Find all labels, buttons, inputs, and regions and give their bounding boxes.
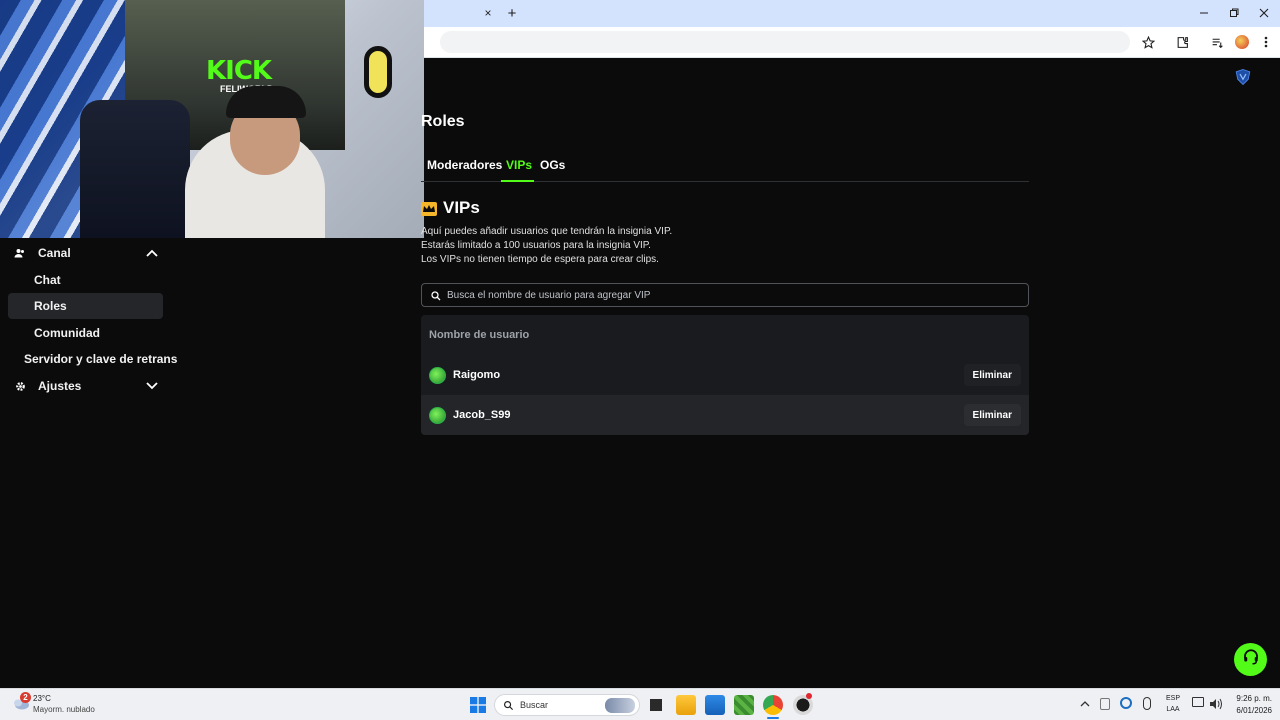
sidebar-section-ajustes[interactable]: Ajustes (12, 373, 162, 399)
volume-icon[interactable] (1209, 697, 1222, 715)
username[interactable]: Jacob_S99 (453, 409, 510, 421)
clock-date[interactable]: 6/01/2026 (1226, 706, 1272, 715)
description-line: Los VIPs no tienen tiempo de espera para… (421, 254, 659, 265)
sync-icon[interactable] (1120, 697, 1132, 709)
headset-icon (1242, 648, 1260, 671)
tab-moderadores[interactable]: Moderadores (427, 158, 502, 172)
chevron-up-icon[interactable] (1080, 699, 1090, 709)
table-row: Raigomo Eliminar (421, 355, 1029, 395)
sidebar-item-servidor[interactable]: Servidor y clave de retrans (24, 346, 177, 372)
remove-vip-button[interactable]: Eliminar (963, 364, 1021, 386)
active-tab-indicator (501, 180, 534, 182)
chrome-icon[interactable] (763, 695, 783, 715)
active-app-indicator (767, 717, 779, 719)
remove-vip-button[interactable]: Eliminar (963, 404, 1021, 426)
section-heading: VIPs (421, 198, 480, 218)
table-row: Jacob_S99 Eliminar (421, 395, 1029, 435)
sidebar-item-comunidad[interactable]: Comunidad (34, 320, 100, 346)
support-chat-button[interactable] (1234, 643, 1267, 676)
sidebar-item-label: Servidor y clave de retrans (24, 352, 178, 366)
address-bar[interactable] (440, 31, 1130, 53)
username[interactable]: Raigomo (453, 369, 500, 381)
taskbar-search[interactable]: Buscar (494, 694, 640, 716)
minimize-icon[interactable] (1192, 1, 1216, 25)
table-header: Nombre de usuario (429, 329, 530, 341)
avatar[interactable] (429, 366, 446, 384)
taskbar-search-label: Buscar (520, 700, 549, 710)
description-line: Aquí puedes añadir usuarios que tendrán … (421, 226, 673, 237)
vip-search-field[interactable] (421, 283, 1029, 307)
bookmark-star-icon[interactable] (1136, 30, 1160, 54)
sidebar-item-label: Roles (34, 299, 67, 313)
page-title: Roles (421, 113, 465, 130)
section-title: VIPs (443, 198, 480, 217)
browser-menu-icon[interactable] (1254, 30, 1278, 54)
extensions-icon[interactable] (1170, 30, 1194, 54)
tab-vips[interactable]: VIPs (506, 158, 532, 172)
windows-taskbar: 2 23°C Mayorm. nublado Buscar ESP LAA 9:… (0, 688, 1280, 720)
file-explorer-icon[interactable] (676, 695, 696, 715)
minecraft-icon[interactable] (734, 695, 754, 715)
profile-avatar[interactable] (1230, 30, 1254, 54)
sidebar-item-roles[interactable]: Roles (8, 293, 163, 319)
sidebar-item-label: Chat (34, 273, 61, 287)
sidebar-section-label: Canal (38, 246, 71, 260)
restore-icon[interactable] (1222, 1, 1246, 25)
sidebar-item-chat[interactable]: Chat (34, 267, 61, 293)
language-top[interactable]: ESP (1165, 695, 1181, 702)
microphone-icon[interactable] (1143, 697, 1151, 710)
search-icon (503, 700, 514, 711)
sidebar-section-label: Ajustes (38, 379, 82, 393)
weather-temp[interactable]: 23°C (33, 694, 51, 703)
users-icon (12, 247, 28, 259)
vip-search-input[interactable] (447, 289, 1007, 301)
network-icon[interactable] (1192, 697, 1204, 707)
description-line: Estarás limitado a 100 usuarios para la … (421, 240, 651, 251)
chevron-up-icon[interactable] (146, 246, 158, 260)
chevron-down-icon[interactable] (146, 379, 158, 393)
sidebar-item-label: Comunidad (34, 326, 100, 340)
webcam-overlay: KICK FELIWORLD (0, 0, 424, 238)
weather-badge: 2 (20, 692, 31, 703)
clock-time[interactable]: 9:26 p. m. (1226, 694, 1272, 703)
store-icon[interactable] (705, 695, 725, 715)
avatar[interactable] (429, 406, 446, 424)
search-icon (430, 289, 442, 301)
search-highlight-image (605, 698, 635, 713)
sidebar-section-canal[interactable]: Canal (12, 240, 162, 266)
usb-icon[interactable] (1100, 698, 1110, 710)
new-tab-icon[interactable]: + (500, 1, 524, 25)
shield-icon[interactable] (1234, 68, 1252, 86)
task-view-icon[interactable] (646, 695, 666, 715)
crown-icon (421, 201, 437, 216)
recording-dot (806, 693, 812, 699)
vip-table: Nombre de usuario Raigomo Eliminar Jacob… (421, 315, 1029, 435)
tab-close-icon[interactable]: × (476, 1, 500, 25)
gear-icon (12, 381, 28, 392)
windows-start-icon[interactable] (470, 697, 486, 713)
close-icon[interactable] (1252, 1, 1276, 25)
media-queue-icon[interactable] (1205, 30, 1229, 54)
language-bottom[interactable]: LAA (1165, 706, 1181, 713)
webcam-brand-text: KICK (206, 56, 272, 86)
weather-desc[interactable]: Mayorm. nublado (33, 705, 95, 714)
tab-ogs[interactable]: OGs (540, 158, 565, 172)
